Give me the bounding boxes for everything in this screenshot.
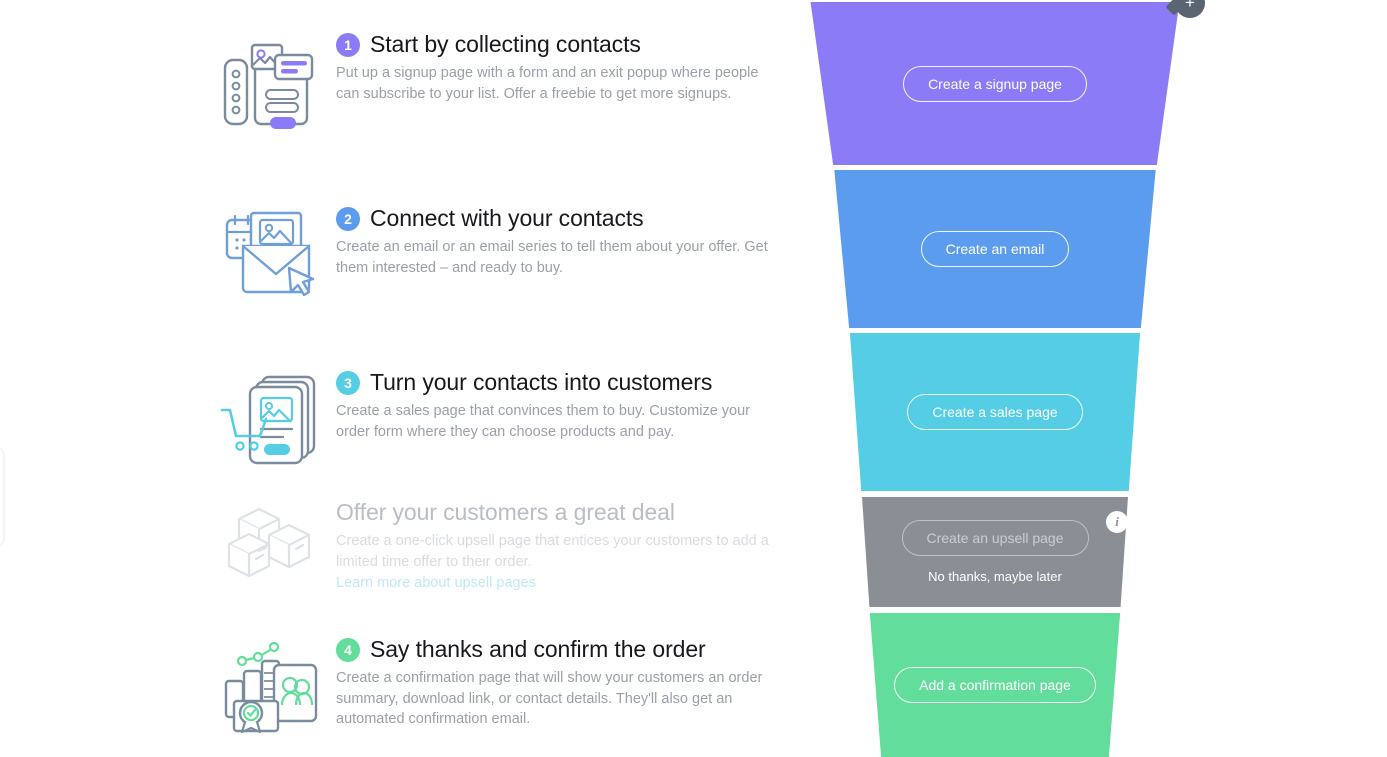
step-title: Start by collecting contacts: [370, 31, 641, 57]
funnel-segment-email: Create an email: [800, 170, 1190, 328]
step-heading: 3 Turn your contacts into customers: [336, 369, 776, 395]
learn-more-upsell-link[interactable]: Learn more about upsell pages: [336, 575, 536, 591]
funnel-segment-sales: Create a sales page: [800, 333, 1190, 491]
step-body: 4 Say thanks and confirm the order Creat…: [328, 636, 776, 730]
steps-column: 1 Start by collecting contacts Put up a …: [0, 0, 820, 757]
step-number-badge: 3: [336, 370, 360, 395]
funnel-segment-signup: Create a signup page: [800, 2, 1190, 165]
funnel-segment-content: Create an email: [800, 231, 1190, 267]
no-thanks-maybe-later-link[interactable]: No thanks, maybe later: [928, 569, 1062, 584]
step-title: Offer your customers a great deal: [336, 499, 675, 525]
step-body: 2 Connect with your contacts Create an e…: [328, 205, 776, 278]
funnel-diagram: Create a signup page Create an email Cre…: [800, 0, 1220, 757]
step-title: Turn your contacts into customers: [370, 369, 713, 395]
step-item-confirmation: 4 Say thanks and confirm the order Creat…: [218, 636, 776, 739]
step-item-sales: 3 Turn your contacts into customers Crea…: [218, 369, 776, 466]
email-envelope-illustration: [218, 206, 328, 300]
step-heading: 1 Start by collecting contacts: [336, 31, 776, 57]
step-description: Create an email or an email series to te…: [336, 239, 768, 276]
step-body: Offer your customers a great deal Create…: [328, 499, 776, 592]
step-body: 1 Start by collecting contacts Put up a …: [328, 31, 776, 104]
add-confirmation-page-button[interactable]: Add a confirmation page: [894, 667, 1096, 703]
funnel-segment-confirmation: Add a confirmation page: [800, 613, 1190, 757]
step-description: Create a confirmation page that will sho…: [336, 670, 763, 728]
step-item-signup: 1 Start by collecting contacts Put up a …: [218, 31, 776, 134]
create-upsell-page-button[interactable]: Create an upsell page: [901, 520, 1089, 556]
step-description: Put up a signup page with a form and an …: [336, 65, 759, 102]
step-item-upsell: Offer your customers a great deal Create…: [218, 499, 776, 592]
step-number-badge: 2: [336, 206, 360, 231]
step-description: Create a one-click upsell page that enti…: [336, 533, 769, 570]
step-heading: 2 Connect with your contacts: [336, 205, 776, 231]
sales-page-cart-illustration: [218, 370, 328, 466]
funnel-segment-content: Create a sales page: [800, 394, 1190, 430]
funnel-segment-content: Add a confirmation page: [800, 667, 1190, 703]
upsell-boxes-illustration: [218, 500, 328, 586]
step-body: 3 Turn your contacts into customers Crea…: [328, 369, 776, 442]
step-heading: 4 Say thanks and confirm the order: [336, 636, 776, 662]
create-sales-page-button[interactable]: Create a sales page: [907, 394, 1083, 430]
create-email-button[interactable]: Create an email: [920, 231, 1070, 267]
step-title: Say thanks and confirm the order: [370, 636, 706, 662]
funnel-segment-upsell: i Create an upsell page No thanks, maybe…: [800, 497, 1190, 607]
funnel-segment-content: Create an upsell page No thanks, maybe l…: [800, 520, 1190, 584]
step-heading: Offer your customers a great deal: [336, 499, 776, 525]
info-icon[interactable]: i: [1106, 511, 1128, 533]
step-number-badge: 1: [336, 32, 360, 57]
step-number-badge: 4: [336, 637, 360, 662]
step-item-email: 2 Connect with your contacts Create an e…: [218, 205, 776, 300]
confirmation-chart-illustration: [218, 637, 328, 739]
create-signup-page-button[interactable]: Create a signup page: [903, 65, 1087, 102]
signup-page-illustration: [218, 32, 328, 134]
step-title: Connect with your contacts: [370, 205, 644, 231]
step-description: Create a sales page that convinces them …: [336, 403, 751, 440]
funnel-setup-page: 1 Start by collecting contacts Put up a …: [0, 0, 1387, 757]
funnel-segment-content: Create a signup page: [800, 65, 1190, 102]
